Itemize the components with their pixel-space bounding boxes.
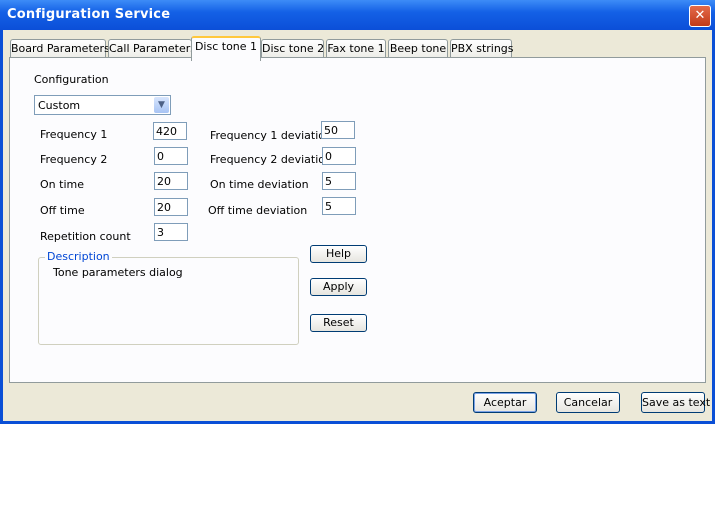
off-time-deviation-field[interactable]: 5 bbox=[322, 197, 356, 215]
off-time-deviation-label: Off time deviation bbox=[208, 204, 308, 217]
cancel-button[interactable]: Cancelar bbox=[556, 392, 620, 413]
help-button[interactable]: Help bbox=[310, 245, 367, 263]
dialog-window: Configuration Service ✕ Board Parameters… bbox=[0, 0, 715, 424]
on-time-deviation-field[interactable]: 5 bbox=[322, 172, 356, 190]
on-time-deviation-label: On time deviation bbox=[210, 178, 309, 191]
tab-beep-tone[interactable]: Beep tone bbox=[388, 39, 448, 59]
save-as-text-button[interactable]: Save as text bbox=[641, 392, 710, 413]
tab-pbx-strings[interactable]: PBX strings bbox=[450, 39, 514, 59]
tab-label: Board Parameters bbox=[11, 42, 110, 55]
configuration-label: Configuration bbox=[34, 73, 109, 86]
tab-panel: Configuration Custom ▼ Frequency 1 420 F… bbox=[9, 57, 706, 383]
frequency2-deviation-label: Frequency 2 deviation bbox=[210, 153, 332, 166]
frequency1-label: Frequency 1 bbox=[40, 128, 108, 141]
tab-board-parameters[interactable]: Board Parameters bbox=[10, 39, 110, 59]
configuration-selected: Custom bbox=[38, 99, 81, 112]
off-time-field[interactable]: 20 bbox=[154, 198, 188, 216]
repetition-count-field[interactable]: 3 bbox=[154, 223, 188, 241]
window-title: Configuration Service bbox=[7, 7, 171, 22]
close-button[interactable]: ✕ bbox=[689, 5, 711, 27]
tab-label: Beep tone bbox=[389, 42, 447, 55]
tab-label: PBX strings bbox=[451, 42, 514, 55]
description-group: Description Tone parameters dialog bbox=[38, 250, 299, 345]
tab-label: Disc tone 1 bbox=[194, 40, 258, 53]
repetition-count-label: Repetition count bbox=[40, 230, 131, 243]
description-title: Description bbox=[45, 250, 112, 263]
dialog-body: Board Parameters Call Parameters Disc to… bbox=[3, 30, 712, 421]
frequency2-label: Frequency 2 bbox=[40, 153, 108, 166]
frequency2-field[interactable]: 0 bbox=[154, 147, 188, 165]
off-time-label: Off time bbox=[40, 204, 85, 217]
on-time-label: On time bbox=[40, 178, 84, 191]
tab-call-parameters[interactable]: Call Parameters bbox=[108, 39, 196, 59]
description-text: Tone parameters dialog bbox=[53, 266, 183, 279]
frequency1-field[interactable]: 420 bbox=[153, 122, 187, 140]
configuration-select[interactable]: Custom ▼ bbox=[34, 95, 171, 115]
frequency1-deviation-label: Frequency 1 deviation bbox=[210, 129, 332, 142]
tab-disc-tone-1[interactable]: Disc tone 1 bbox=[191, 36, 261, 61]
tab-label: Disc tone 2 bbox=[262, 42, 325, 55]
accept-button[interactable]: Aceptar bbox=[473, 392, 537, 413]
tab-label: Call Parameters bbox=[109, 42, 196, 55]
frequency2-deviation-field[interactable]: 0 bbox=[322, 147, 356, 165]
close-icon: ✕ bbox=[694, 8, 706, 23]
tab-disc-tone-2[interactable]: Disc tone 2 bbox=[261, 39, 324, 59]
title-bar[interactable]: Configuration Service ✕ bbox=[0, 0, 715, 30]
apply-button[interactable]: Apply bbox=[310, 278, 367, 296]
tab-fax-tone-1[interactable]: Fax tone 1 bbox=[326, 39, 386, 59]
frequency1-deviation-field[interactable]: 50 bbox=[321, 121, 355, 139]
reset-button[interactable]: Reset bbox=[310, 314, 367, 332]
chevron-down-icon[interactable]: ▼ bbox=[154, 97, 169, 113]
on-time-field[interactable]: 20 bbox=[154, 172, 188, 190]
tab-label: Fax tone 1 bbox=[327, 42, 385, 55]
